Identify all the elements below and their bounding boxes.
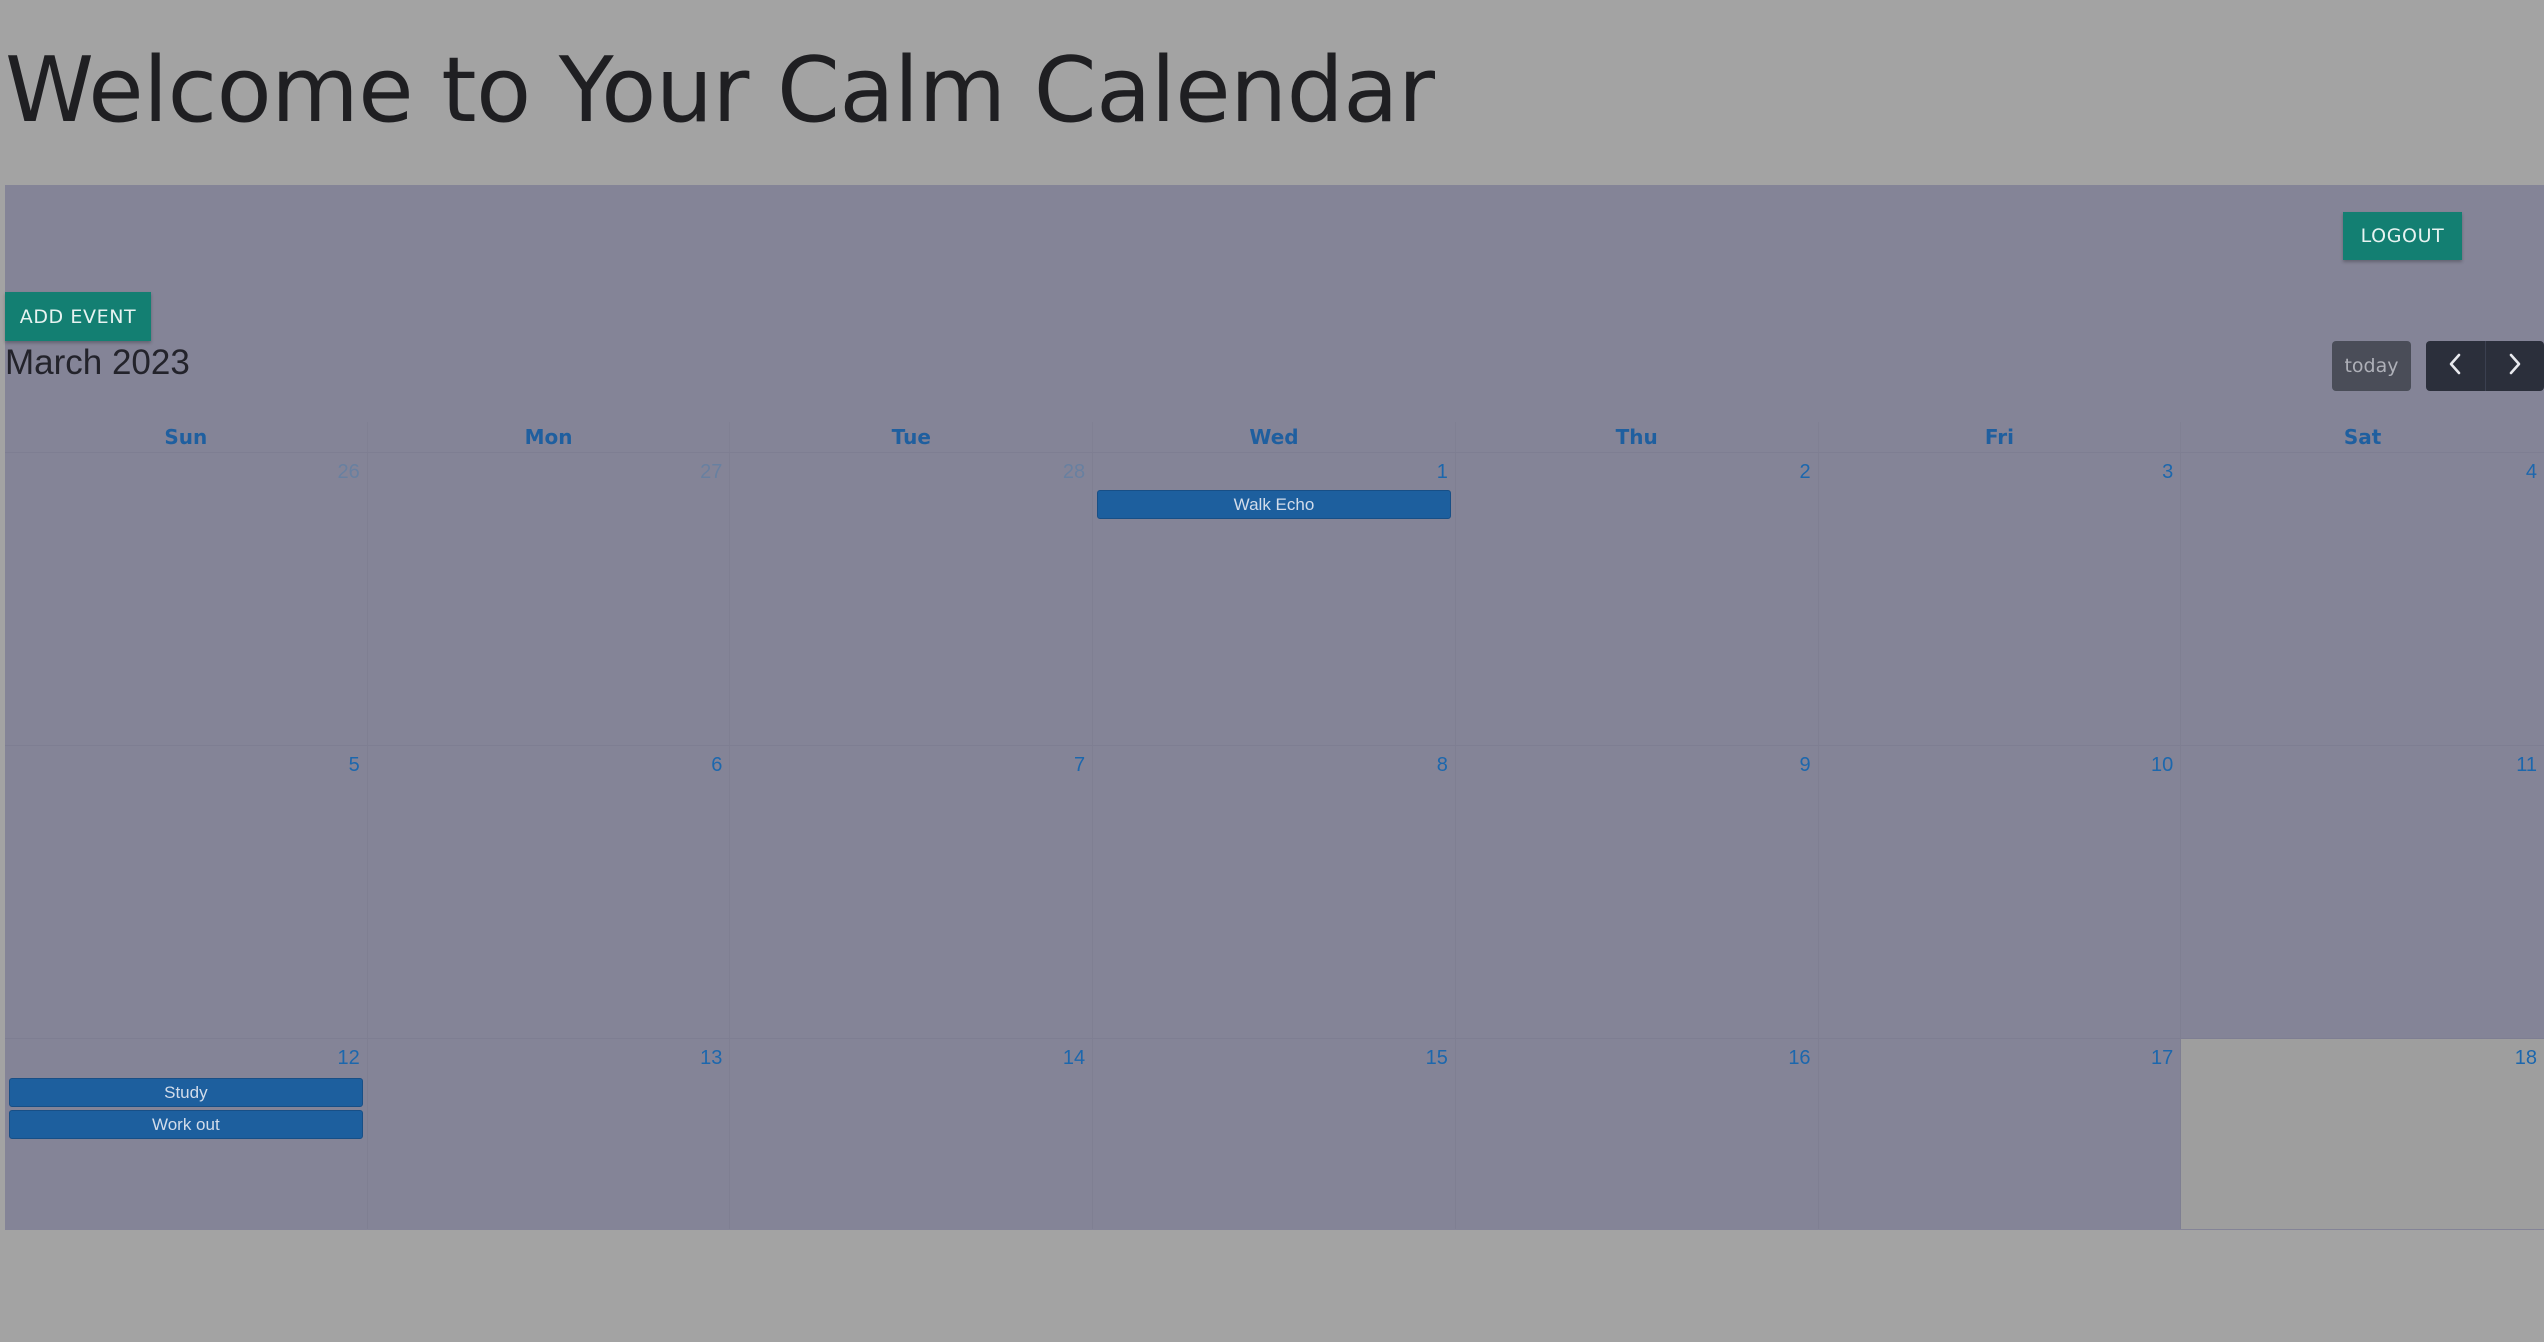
day-number[interactable]: 5 [349, 754, 360, 777]
month-title: March 2023 [5, 343, 190, 382]
day-cell[interactable]: 5 [5, 746, 368, 1038]
day-cell[interactable]: 2 [1456, 453, 1819, 745]
day-number[interactable]: 10 [2151, 754, 2173, 777]
day-cell[interactable]: 15 [1093, 1039, 1456, 1229]
calendar-panel: LOGOUT ADD EVENT March 2023 today Sun Mo… [5, 185, 2544, 1230]
chevron-right-icon [2508, 351, 2522, 382]
day-cell[interactable]: 16 [1456, 1039, 1819, 1229]
day-number[interactable]: 16 [1788, 1047, 1810, 1070]
day-cell[interactable]: 4 [2181, 453, 2544, 745]
weekday-header: Sun Mon Tue Wed Thu Fri Sat [5, 422, 2544, 452]
logout-button[interactable]: LOGOUT [2343, 212, 2462, 260]
week-row: 12 Study Work out 13 14 15 16 17 18 [5, 1038, 2544, 1229]
day-number[interactable]: 11 [2516, 754, 2537, 777]
day-cell[interactable]: 11 [2181, 746, 2544, 1038]
day-number[interactable]: 1 [1437, 461, 1448, 484]
day-number[interactable]: 27 [700, 461, 722, 484]
day-cell[interactable]: 26 [5, 453, 368, 745]
weekday-mon: Mon [368, 422, 731, 452]
day-cell[interactable]: 17 [1819, 1039, 2182, 1229]
day-number[interactable]: 18 [2515, 1047, 2537, 1070]
day-number[interactable]: 8 [1437, 754, 1448, 777]
day-number[interactable]: 28 [1063, 461, 1085, 484]
day-cell[interactable]: 27 [368, 453, 731, 745]
next-month-button[interactable] [2484, 341, 2544, 391]
add-event-button[interactable]: ADD EVENT [5, 292, 151, 341]
day-number[interactable]: 6 [711, 754, 722, 777]
day-cell[interactable]: 9 [1456, 746, 1819, 1038]
day-cell[interactable]: 13 [368, 1039, 731, 1229]
day-cell[interactable]: 7 [730, 746, 1094, 1038]
chevron-left-icon [2448, 351, 2462, 382]
weekday-sun: Sun [5, 422, 368, 452]
event-study[interactable]: Study [9, 1078, 363, 1107]
weekday-thu: Thu [1456, 422, 1819, 452]
day-number[interactable]: 7 [1074, 754, 1085, 777]
day-cell[interactable]: 8 [1093, 746, 1456, 1038]
day-cell[interactable]: 1 Walk Echo [1093, 453, 1456, 745]
day-number[interactable]: 15 [1426, 1047, 1448, 1070]
day-number[interactable]: 14 [1063, 1047, 1085, 1070]
prev-month-button[interactable] [2426, 341, 2485, 391]
day-cell-today[interactable]: 18 [2181, 1039, 2544, 1229]
month-grid: 26 27 28 1 Walk Echo 2 3 4 5 6 7 8 9 10 … [5, 452, 2544, 1229]
day-cell[interactable]: 10 [1819, 746, 2182, 1038]
week-row: 26 27 28 1 Walk Echo 2 3 4 [5, 452, 2544, 745]
day-number[interactable]: 12 [337, 1047, 359, 1070]
day-cell[interactable]: 6 [368, 746, 731, 1038]
day-number[interactable]: 17 [2151, 1047, 2173, 1070]
day-number[interactable]: 26 [337, 461, 359, 484]
day-cell[interactable]: 3 [1819, 453, 2182, 745]
weekday-tue: Tue [730, 422, 1094, 452]
day-number[interactable]: 4 [2526, 461, 2537, 484]
day-number[interactable]: 9 [1799, 754, 1810, 777]
day-number[interactable]: 2 [1799, 461, 1810, 484]
weekday-fri: Fri [1819, 422, 2182, 452]
day-cell[interactable]: 14 [730, 1039, 1094, 1229]
day-cell[interactable]: 28 [730, 453, 1094, 745]
week-row: 5 6 7 8 9 10 11 [5, 745, 2544, 1038]
day-cell[interactable]: 12 Study Work out [5, 1039, 368, 1229]
month-nav [2426, 341, 2544, 391]
weekday-sat: Sat [2343, 425, 2382, 449]
event-walk-echo[interactable]: Walk Echo [1097, 490, 1451, 519]
weekday-wed: Wed [1093, 422, 1456, 452]
page-title: Welcome to Your Calm Calendar [5, 38, 1435, 143]
day-number[interactable]: 3 [2162, 461, 2173, 484]
today-button[interactable]: today [2332, 341, 2411, 391]
event-work-out[interactable]: Work out [9, 1110, 363, 1139]
day-number[interactable]: 13 [700, 1047, 722, 1070]
